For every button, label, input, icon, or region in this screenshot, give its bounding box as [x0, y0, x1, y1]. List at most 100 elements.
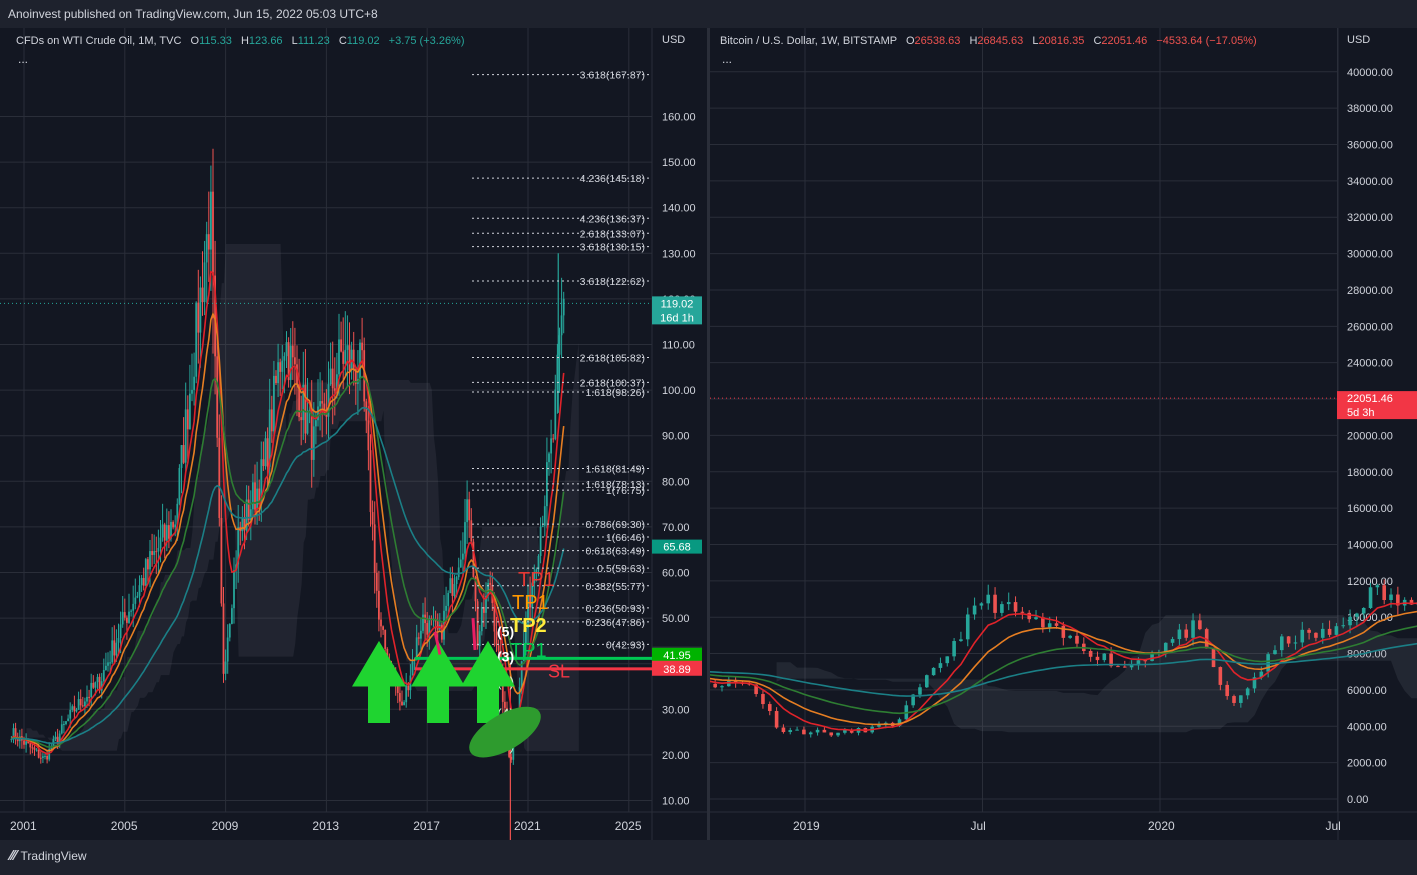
wti-fib-label: 0.618(63.49)	[585, 546, 645, 558]
wti-candle-body	[340, 339, 342, 352]
wti-candle-body	[199, 287, 202, 333]
btc-candle-body	[767, 704, 772, 712]
wti-candle-body	[191, 389, 193, 394]
brand-name: TradingView	[20, 849, 87, 863]
wti-candle-body	[338, 339, 340, 375]
wti-candle-body	[54, 736, 57, 739]
btc-candle-body	[829, 732, 834, 736]
btc-candle-body	[774, 711, 779, 728]
wti-chart-panel[interactable]: 10.0020.0030.0040.0050.0060.0070.0080.00…	[0, 28, 707, 840]
tp2-label: TP2	[510, 615, 547, 637]
wti-candle-body	[123, 612, 126, 618]
btc-currency-label[interactable]: USD	[1347, 34, 1370, 46]
wti-candle-body	[46, 755, 48, 760]
wti-price-tag-text: 119.02	[661, 298, 694, 310]
wti-candle-body	[480, 606, 483, 632]
wti-fib-label: 0(42.93)	[606, 639, 645, 651]
wti-candle-body	[378, 590, 380, 620]
btc-y-tick-label: 4000.00	[1347, 721, 1387, 733]
wti-candle-body	[306, 412, 309, 434]
wti-y-tick-label: 110.00	[662, 340, 695, 352]
wti-candle-body	[147, 559, 149, 570]
wti-candle-body	[405, 685, 408, 703]
wti-candle-body	[207, 234, 210, 250]
wti-candle-body	[262, 459, 265, 467]
btc-candle-body	[1150, 653, 1154, 661]
sl-label: SL	[548, 661, 570, 681]
wti-candle-body	[558, 335, 561, 355]
wti-candle-body	[153, 551, 156, 555]
wti-price-tag-text: 65.68	[663, 542, 691, 554]
wti-candle-body	[352, 349, 355, 370]
tradingview-logo[interactable]: ⁄⁄⁄ TradingView	[10, 849, 87, 864]
wti-candle-body	[216, 356, 219, 438]
btc-candle-body	[1068, 635, 1072, 638]
tp1-orange-label: TP1	[512, 592, 549, 614]
btc-candle-body	[1218, 667, 1223, 685]
wti-candle-body	[140, 578, 143, 586]
wti-candle-body	[279, 362, 282, 372]
wti-candle-body	[186, 409, 189, 430]
wti-candle-body	[231, 608, 233, 624]
wti-fib-label: 3.618(122.62)	[580, 276, 645, 288]
wti-fib-label: 1.618(81.49)	[585, 464, 645, 476]
btc-ema-line	[710, 625, 1417, 715]
btc-candle-body	[993, 594, 997, 613]
btc-ema-line	[710, 642, 1417, 697]
wti-candle-body	[459, 559, 462, 568]
btc-x-tick-label: 2019	[793, 819, 820, 833]
wti-candle-body	[325, 414, 328, 417]
btc-candle-body	[918, 687, 922, 695]
btc-candle-body	[761, 694, 765, 705]
wti-candle-body	[373, 524, 376, 573]
wti-candle-body	[168, 525, 170, 539]
wti-y-tick-label: 50.00	[662, 613, 690, 625]
wti-candle-body	[31, 747, 34, 749]
wti-candle-body	[537, 556, 540, 570]
btc-change: −4533.64 (−17.05%)	[1156, 35, 1257, 47]
wti-candle-body	[464, 522, 466, 554]
btc-more-button[interactable]: ...	[722, 52, 732, 66]
btc-y-tick-label: 40000.00	[1347, 67, 1393, 79]
btc-y-tick-label: 36000.00	[1347, 140, 1393, 152]
wti-candle-body	[75, 709, 78, 712]
btc-chart-canvas[interactable]: 0.002000.004000.006000.008000.0010000.00…	[710, 28, 1417, 840]
wti-candle-body	[172, 522, 174, 528]
wti-x-tick-label: 2017	[413, 819, 440, 833]
wti-candle-body	[182, 445, 185, 463]
wti-candle-body	[84, 701, 86, 707]
btc-symbol-title[interactable]: Bitcoin / U.S. Dollar, 1W, BITSTAMP	[720, 35, 897, 47]
btc-chart-panel[interactable]: 0.002000.004000.006000.008000.0010000.00…	[710, 28, 1417, 840]
wti-candle-body	[331, 368, 334, 389]
wti-symbol-title[interactable]: CFDs on WTI Crude Oil, 1M, TVC	[16, 35, 181, 47]
btc-close: 22051.46	[1101, 35, 1148, 47]
btc-candle-body	[1116, 666, 1120, 668]
wti-candle-body	[365, 401, 368, 421]
wti-candle-body	[344, 349, 347, 364]
wti-candle-body	[210, 191, 212, 250]
wti-candle-body	[71, 706, 74, 710]
wti-y-tick-label: 140.00	[662, 203, 696, 215]
wti-currency-label[interactable]: USD	[662, 34, 685, 46]
wti-candle-body	[37, 749, 40, 758]
btc-candle-body	[808, 732, 813, 735]
wti-candle-body	[300, 417, 303, 421]
btc-candle-body	[727, 681, 731, 687]
wti-y-tick-label: 150.00	[662, 157, 696, 169]
btc-candle-body	[713, 683, 717, 688]
btc-y-tick-label: 20000.00	[1347, 430, 1393, 442]
wti-candle-body	[342, 351, 345, 364]
btc-y-tick-label: 6000.00	[1347, 685, 1387, 697]
wti-candle-body	[193, 376, 195, 390]
wti-more-button[interactable]: ...	[18, 52, 28, 66]
wti-fib-label: 0.236(47.86)	[585, 617, 645, 629]
wti-candle-body	[312, 426, 315, 460]
wti-candle-body	[420, 630, 422, 639]
wti-candle-body	[470, 520, 473, 542]
wti-chart-canvas[interactable]: 10.0020.0030.0040.0050.0060.0070.0080.00…	[0, 28, 707, 840]
wti-candle-body	[117, 638, 120, 643]
wti-candle-body	[417, 637, 420, 639]
wti-fib-label: 1(76.75)	[606, 485, 645, 497]
btc-candle-body	[1239, 695, 1243, 703]
btc-candle-body	[1006, 602, 1011, 605]
